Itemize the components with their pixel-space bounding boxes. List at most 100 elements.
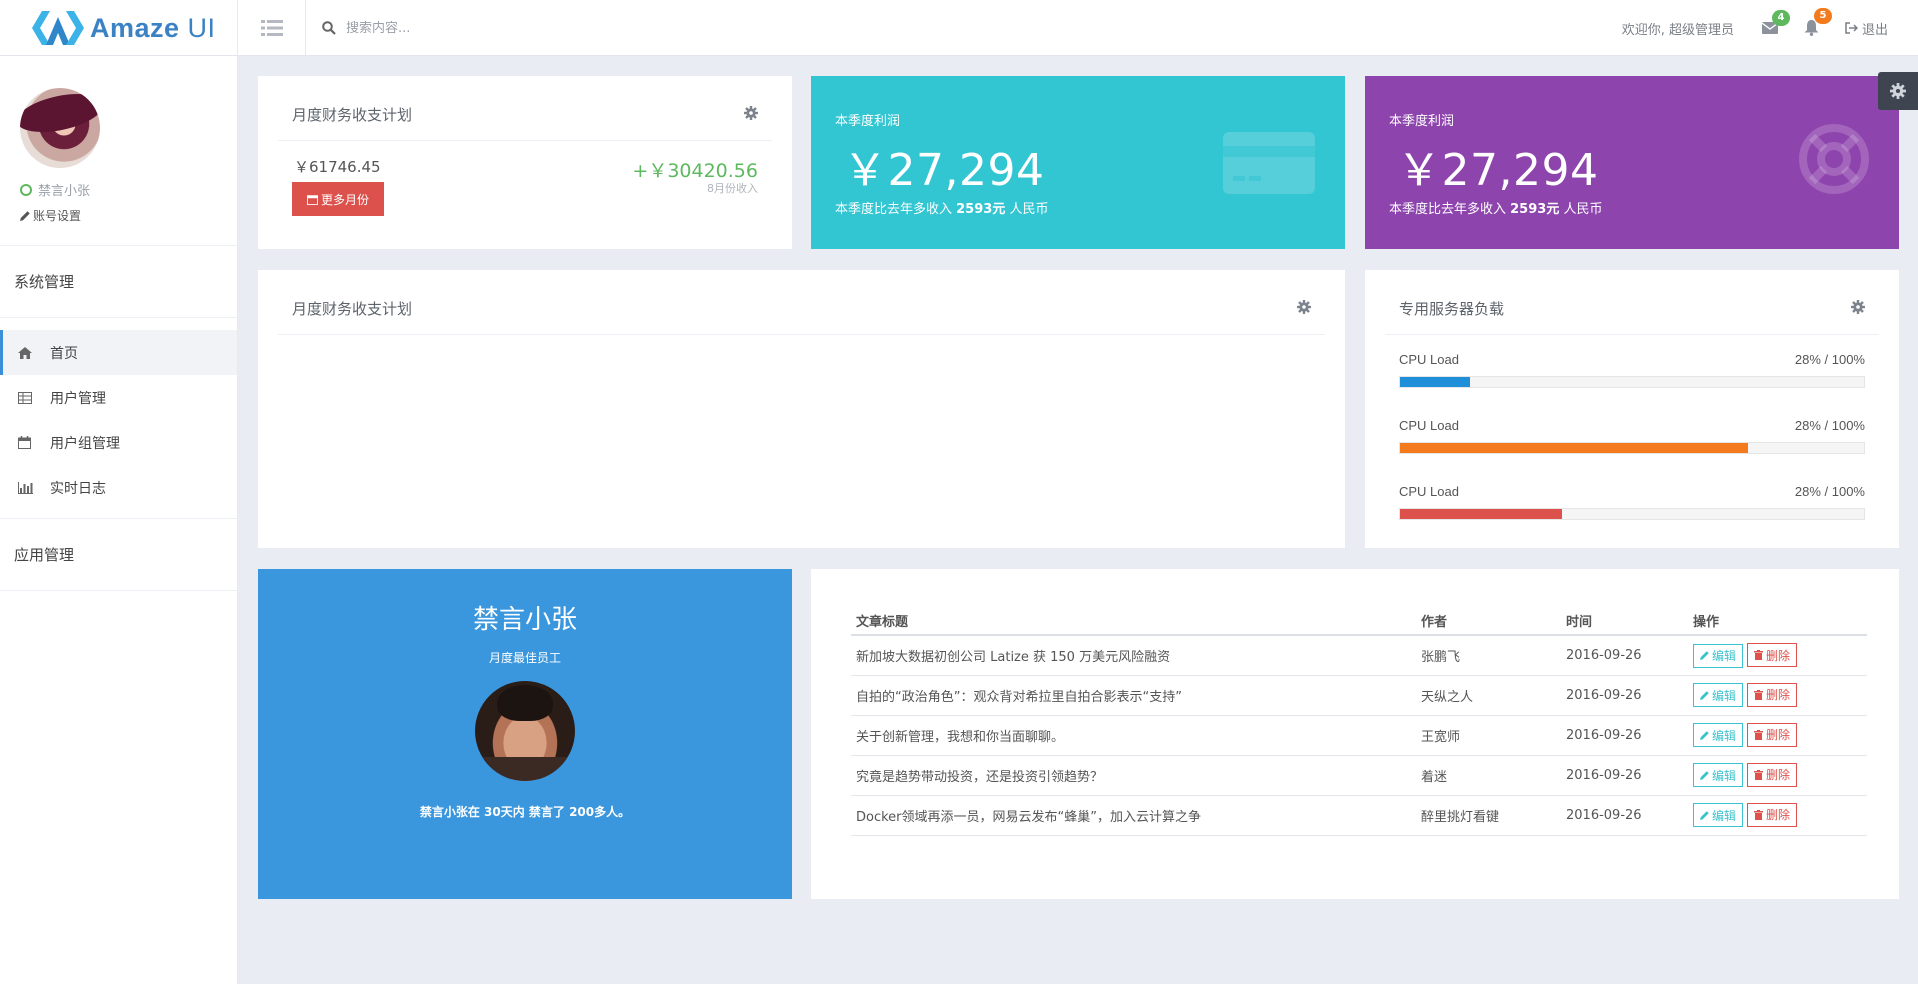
article-title[interactable]: 新加坡大数据初创公司 Latize 获 150 万美元风险融资: [851, 635, 1416, 676]
delete-button[interactable]: 删除: [1747, 682, 1798, 707]
gear-icon[interactable]: [744, 106, 758, 120]
delete-button[interactable]: 删除: [1747, 802, 1798, 827]
article-author: 醉里挑灯看键: [1416, 795, 1561, 836]
header-actions: 欢迎你, 超级管理员 4 5 退出: [1622, 0, 1888, 56]
nav-list: 首页 用户管理 用户组管理 实时日志: [0, 318, 237, 519]
articles-table: 文章标题 作者 时间 操作 新加坡大数据初创公司 Latize 获 150 万美…: [851, 599, 1867, 836]
article-date: 2016-09-26: [1561, 795, 1688, 836]
column-header: 时间: [1561, 599, 1688, 636]
table-row: 新加坡大数据初创公司 Latize 获 150 万美元风险融资 张鹏飞 2016-0…: [851, 635, 1867, 676]
sidebar-item-label: 实时日志: [50, 480, 106, 497]
welcome-text: 欢迎你, 超级管理员: [1621, 22, 1734, 38]
brand-logo[interactable]: Amaze UI: [0, 0, 238, 56]
delete-button[interactable]: 删除: [1747, 722, 1798, 747]
column-header: 作者: [1416, 599, 1561, 636]
finance-right-amount: +￥30420.56: [632, 160, 758, 182]
articles-panel: 文章标题 作者 时间 操作 新加坡大数据初创公司 Latize 获 150 万美…: [811, 569, 1899, 899]
trash-icon: [1754, 729, 1764, 740]
divider: [1385, 334, 1879, 335]
trash-icon: [1754, 650, 1764, 660]
nav-group-system[interactable]: 系统管理: [0, 246, 237, 318]
sidebar-item-label: 首页: [50, 345, 78, 362]
sidebar-item-user-groups[interactable]: 用户组管理: [0, 420, 237, 465]
gear-icon[interactable]: [1297, 300, 1311, 314]
gear-icon: [1890, 83, 1906, 99]
gear-icon[interactable]: [1851, 300, 1865, 314]
article-author: 王宽师: [1416, 715, 1561, 756]
trash-icon: [1754, 769, 1764, 780]
mail-count-badge: 4: [1771, 10, 1790, 26]
delete-button[interactable]: 删除: [1747, 762, 1798, 787]
finance-right-sub: 8月份收入: [707, 182, 758, 195]
pencil-icon: [1700, 691, 1709, 700]
nav-group-apps[interactable]: 应用管理: [0, 519, 237, 591]
theme-settings-button[interactable]: [1878, 72, 1918, 110]
sidebar-item-logs[interactable]: 实时日志: [0, 465, 237, 510]
load-label: CPU Load: [1399, 484, 1459, 499]
logout-label: 退出: [1861, 22, 1888, 38]
article-actions: 编辑 删除: [1688, 675, 1867, 716]
account-settings-label: 账号设置: [33, 209, 82, 223]
pencil-icon: [1700, 771, 1709, 780]
edit-button[interactable]: 编辑: [1693, 723, 1744, 748]
user-name: 禁言小张: [38, 184, 91, 199]
sidebar-item-users[interactable]: 用户管理: [0, 375, 237, 420]
online-status-icon: [20, 183, 32, 196]
table-icon: [18, 391, 32, 404]
progress-fill: [1400, 509, 1563, 519]
tile-label: 本季度利润: [1389, 114, 1455, 129]
panel-title: 月度财务收支计划: [292, 300, 413, 318]
article-title[interactable]: Docker领域再添一员，网易云发布“蜂巢”，加入云计算之争: [851, 795, 1416, 836]
edit-button[interactable]: 编辑: [1693, 643, 1744, 668]
sidebar-toggle-button[interactable]: [238, 0, 306, 56]
article-actions: 编辑 删除: [1688, 635, 1867, 676]
employee-title: 月度最佳员工: [488, 651, 561, 665]
edit-button[interactable]: 编辑: [1693, 683, 1744, 708]
tile-label: 本季度利润: [835, 114, 901, 129]
trash-icon: [1754, 809, 1764, 820]
article-title[interactable]: 究竟是趋势带动投资，还是投资引领趋势？: [851, 755, 1416, 796]
article-title[interactable]: 关于创新管理，我想和你当面聊聊。: [851, 715, 1416, 756]
list-icon: [260, 20, 283, 36]
load-label: CPU Load: [1399, 352, 1459, 367]
logout-button[interactable]: 退出: [1845, 19, 1888, 38]
sidebar-item-home[interactable]: 首页: [0, 330, 237, 375]
sidebar: 禁言小张 账号设置 系统管理 首页 用户管理 用户组管理 实时日志 应用管理: [0, 56, 238, 984]
account-settings-link[interactable]: 账号设置: [20, 207, 237, 224]
mail-button[interactable]: 4: [1761, 10, 1790, 34]
amaze-logo-icon: [32, 11, 84, 45]
cpu-load-row: CPU Load 28% / 100%: [1399, 484, 1865, 524]
profit-tile-2: 本季度利润 ￥27,294 本季度比去年多收入 2593元 人民币: [1365, 76, 1899, 249]
life-ring-icon: [1799, 124, 1869, 194]
sign-out-icon: [1845, 22, 1858, 34]
article-author: 着迷: [1416, 755, 1561, 796]
sidebar-item-label: 用户管理: [50, 390, 106, 407]
pencil-icon: [1700, 811, 1709, 820]
edit-button[interactable]: 编辑: [1693, 763, 1744, 788]
progress-bar: [1399, 442, 1865, 454]
notification-button[interactable]: 5: [1804, 8, 1832, 36]
table-header-row: 文章标题 作者 时间 操作: [851, 599, 1867, 636]
divider: [278, 140, 772, 141]
calendar-icon: [306, 194, 318, 205]
article-actions: 编辑 删除: [1688, 795, 1867, 836]
user-status: 禁言小张: [20, 180, 237, 199]
finance-panel: 月度财务收支计划 ￥61746.45 更多月份 +￥30420.56 8月份收入: [258, 76, 792, 249]
article-actions: 编辑 删除: [1688, 715, 1867, 756]
load-value: 28% / 100%: [1794, 484, 1865, 499]
article-author: 天纵之人: [1416, 675, 1561, 716]
search-input[interactable]: [346, 20, 646, 36]
profit-tile-1: 本季度利润 ￥27,294 本季度比去年多收入 2593元 人民币: [811, 76, 1345, 249]
article-title[interactable]: 自拍的“政治角色”：观众背对希拉里自拍合影表示“支持”: [851, 675, 1416, 716]
article-actions: 编辑 删除: [1688, 755, 1867, 796]
article-date: 2016-09-26: [1561, 715, 1688, 756]
table-row: 关于创新管理，我想和你当面聊聊。 王宽师 2016-09-26 编辑 删除: [851, 715, 1867, 756]
edit-button[interactable]: 编辑: [1693, 803, 1744, 828]
brand-name: Amaze UI: [90, 12, 216, 43]
more-months-button[interactable]: 更多月份: [292, 182, 384, 216]
delete-button[interactable]: 删除: [1747, 643, 1798, 667]
employee-of-month-card: 禁言小张 月度最佳员工 禁言小张在 30天内 禁言了 200多人。: [258, 569, 792, 899]
article-date: 2016-09-26: [1561, 675, 1688, 716]
progress-fill: [1400, 377, 1470, 387]
finance-left-amount: ￥61746.45: [294, 158, 381, 176]
